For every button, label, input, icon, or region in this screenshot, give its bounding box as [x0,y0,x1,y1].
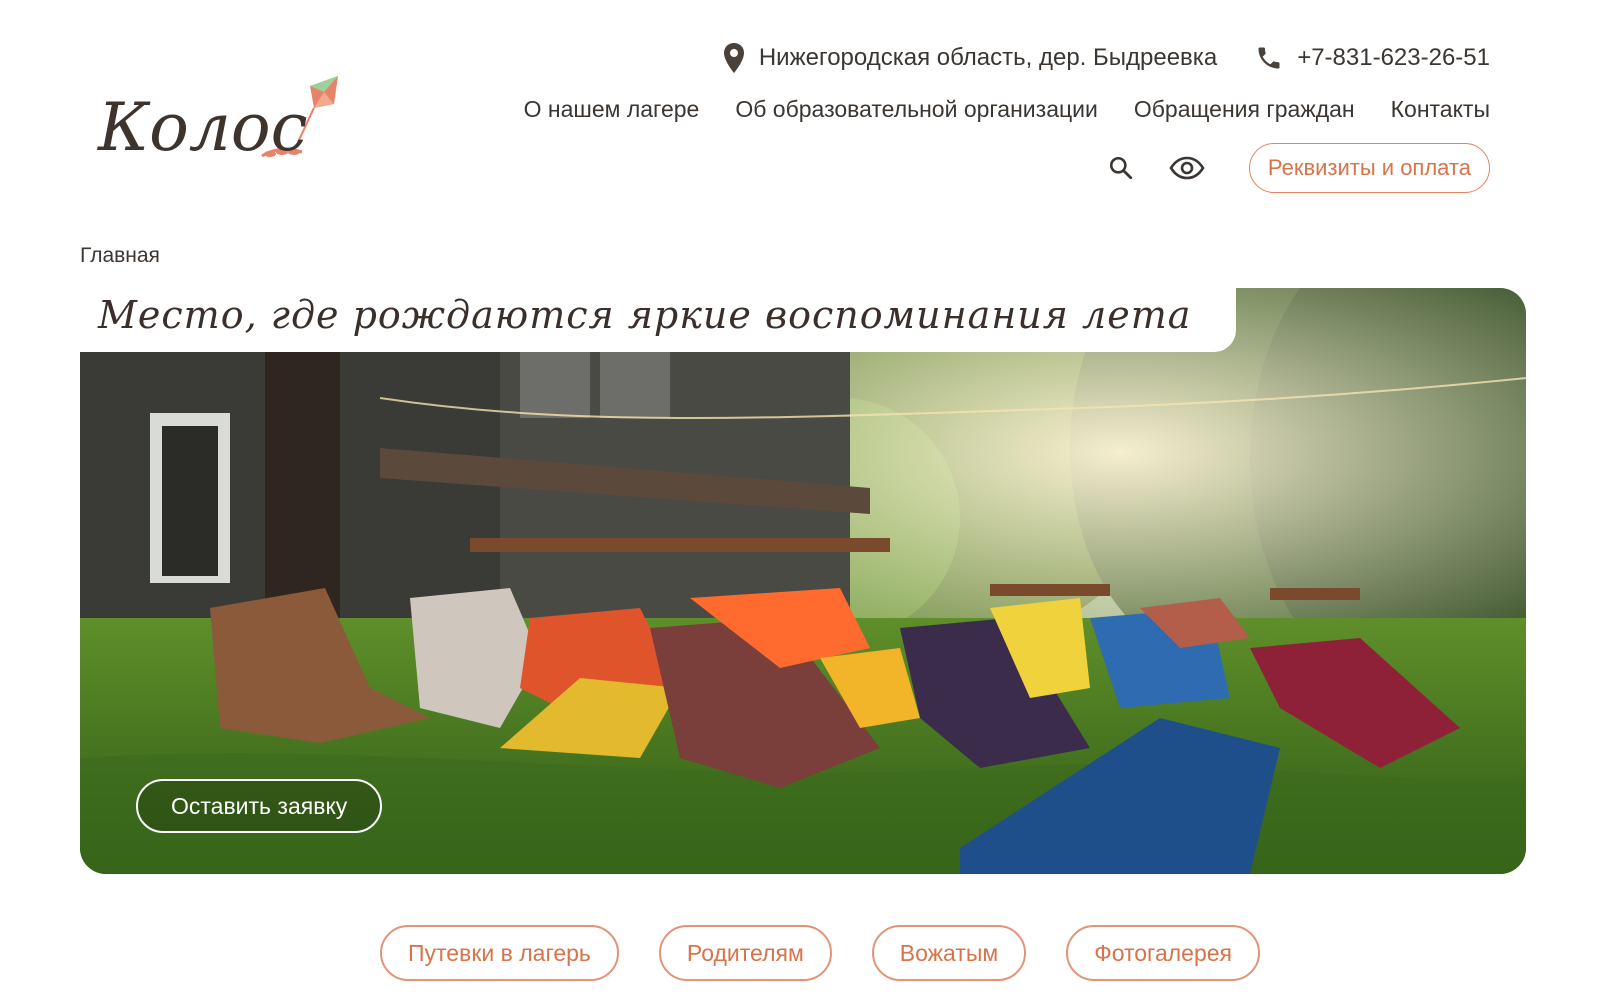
main-nav: О нашем лагере Об образовательной органи… [524,92,1490,126]
phone[interactable]: +7-831-623-26-51 [1255,44,1490,72]
logo-graphic: Колос [96,76,338,166]
quick-link-parents[interactable]: Родителям [658,925,832,981]
svg-text:Колос: Колос [96,89,308,166]
nav-item-contacts[interactable]: Контакты [1391,96,1490,123]
breadcrumb: Главная [80,244,160,268]
accessibility-button[interactable] [1165,146,1209,190]
phone-icon [1258,47,1280,69]
nav-item-about-camp[interactable]: О нашем лагере [524,96,700,123]
location-pin-icon [723,43,744,73]
header-tools: Реквизиты и оплата [1099,143,1490,193]
quick-link-camp-vouchers[interactable]: Путевки в лагерь [380,925,619,981]
site-logo[interactable]: Колос [92,64,352,174]
nav-item-educational-org[interactable]: Об образовательной организации [735,96,1098,123]
phone-text[interactable]: +7-831-623-26-51 [1297,44,1490,72]
hero-slogan: Место, где рождаются яркие воспоминания … [98,293,1192,337]
breadcrumb-current: Главная [80,244,160,267]
quick-links: Путевки в лагерь Родителям Вожатым Фотог… [0,925,1600,981]
hero-section: Место, где рождаются яркие воспоминания … [76,278,1526,874]
hero-slogan-tab: Место, где рождаются яркие воспоминания … [76,278,1236,352]
page: Колос Нижегородская область, дер. Быдрее… [0,0,1600,1000]
quick-link-counselors[interactable]: Вожатым [871,925,1027,981]
search-icon [1109,156,1133,180]
eye-icon [1169,156,1205,180]
nav-item-citizen-appeals[interactable]: Обращения граждан [1134,96,1355,123]
requisites-payment-button[interactable]: Реквизиты и оплата [1248,143,1490,193]
contacts-bar: Нижегородская область, дер. Быдреевка +7… [723,40,1490,76]
quick-link-photo-gallery[interactable]: Фотогалерея [1066,925,1260,981]
address: Нижегородская область, дер. Быдреевка [723,42,1217,74]
leave-request-button[interactable]: Оставить заявку [136,779,383,833]
address-text: Нижегородская область, дер. Быдреевка [758,44,1218,71]
search-button[interactable] [1099,146,1143,190]
